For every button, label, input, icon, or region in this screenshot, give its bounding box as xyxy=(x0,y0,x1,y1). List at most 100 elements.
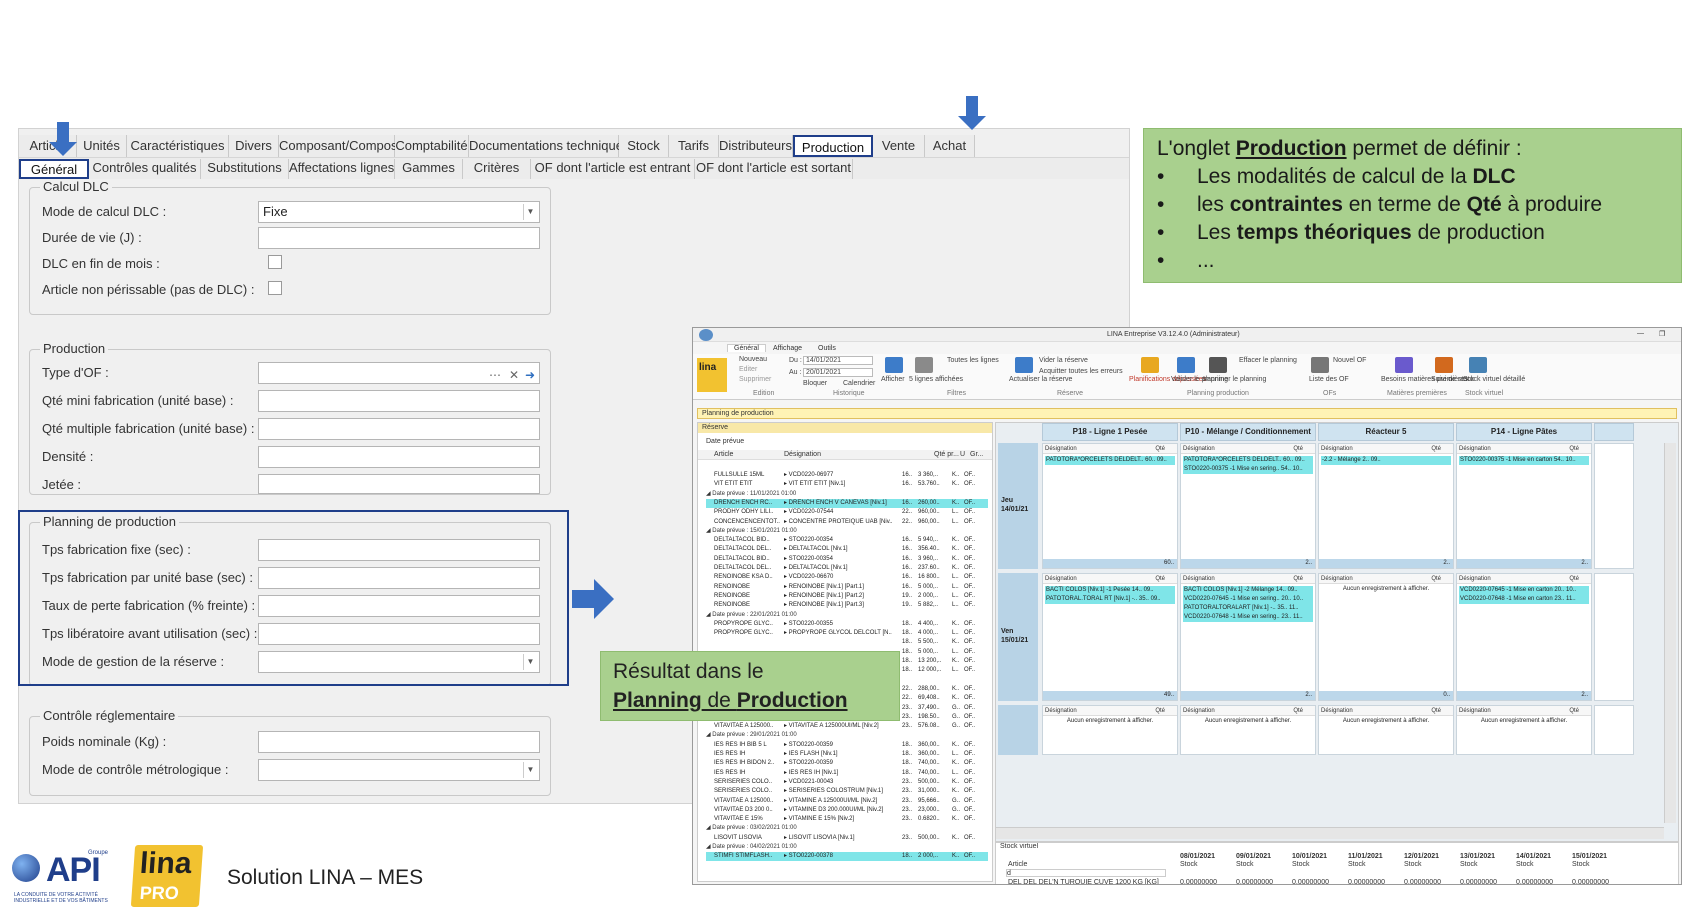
of-entry[interactable]: VCD0220-07648 -1 Mise en sering.. 23.. 1… xyxy=(1183,613,1313,622)
tab-vente[interactable]: Vente xyxy=(873,135,925,157)
table-row[interactable]: DELTALTACOL DEL.. ▸ DELTALTACOL [Niv.1] 16… xyxy=(706,564,988,573)
table-row[interactable]: CONCENCENCENTOT.. ▸ CONCENTRE PROTEIQUE U… xyxy=(706,518,988,527)
planning-cell[interactable]: Désignation Qté Aucun enregistrement à aff… xyxy=(1042,705,1178,755)
besoins-mp-icon[interactable] xyxy=(1395,357,1413,373)
line-column-header[interactable]: P14 - Ligne Pâtes xyxy=(1456,423,1592,441)
calendrier-button[interactable]: Calendrier xyxy=(843,380,875,387)
tab-tarifs[interactable]: Tarifs xyxy=(669,135,719,157)
stock-filter-input[interactable]: d xyxy=(1006,869,1166,877)
tab-production[interactable]: Production xyxy=(793,135,873,157)
table-row[interactable]: 18.. 5 500,.. K.. OF.. xyxy=(706,638,988,647)
mode-metrologique-select[interactable]: ▼ xyxy=(258,759,540,781)
tab-distributeurs[interactable]: Distributeurs xyxy=(719,135,793,157)
warning-icon[interactable] xyxy=(1141,357,1159,373)
mode-calcul-dlc-select[interactable]: Fixe ▼ xyxy=(258,201,540,223)
tab-comptabilit-[interactable]: Comptabilité xyxy=(395,135,469,157)
planning-cell[interactable] xyxy=(1594,573,1634,701)
ribbon-tab-general[interactable]: Général xyxy=(727,344,766,352)
table-row[interactable]: VITAVITAE A 125000.. ▸ VITAVITAE A 125000… xyxy=(706,722,988,731)
duree-vie-input[interactable] xyxy=(258,227,540,249)
print-icon[interactable] xyxy=(1209,357,1227,373)
restore-icon[interactable]: ❐ xyxy=(1659,330,1665,338)
of-entry[interactable]: BACTI COLOS [Niv.1] -2 Mélange 14.. 09.. xyxy=(1183,586,1313,595)
planning-cell[interactable]: Désignation Qté BACTI COLOS [Niv.1] -1 Pes… xyxy=(1042,573,1178,701)
date-group-row[interactable]: ◢ Date prévue : 11/01/2021 01:00 xyxy=(706,490,988,499)
date-group-row[interactable]: ◢ Date prévue : 04/02/2021 01:00 xyxy=(706,843,988,852)
au-date-input[interactable]: 20/01/2021 xyxy=(803,368,873,377)
gear-icon[interactable] xyxy=(1311,357,1329,373)
of-entry[interactable]: STO0220-00375 -1 Mise en carton 54.. 10.… xyxy=(1459,456,1589,465)
ribbon-tab-affichage[interactable]: Affichage xyxy=(773,345,802,352)
table-row[interactable]: IES RES IH BIDON 2.. ▸ STO0220-00359 18.. 7… xyxy=(706,759,988,768)
go-arrow-icon[interactable]: ➜ xyxy=(525,365,535,385)
table-row[interactable]: RENOINOBE ▸ RENOINOBE [Niv.1] [Part.1] 16.… xyxy=(706,583,988,592)
date-group-row[interactable]: ◢ Date prévue : 22/01/2021 01:00 xyxy=(706,611,988,620)
tab-caract-ristiques[interactable]: Caractéristiques xyxy=(127,135,229,157)
table-row[interactable]: VITAVITAE E 15% ▸ VITAMINE E 15% [Niv.2] 2… xyxy=(706,815,988,824)
filter-icon[interactable] xyxy=(915,357,933,373)
table-row[interactable]: IES RES IH BIB 5 L ▸ STO0220-00359 18.. 360… xyxy=(706,741,988,750)
subtab-of-dont-l-article-est-sortant[interactable]: OF dont l'article est sortant xyxy=(695,159,853,179)
horizontal-scrollbar[interactable] xyxy=(996,827,1664,839)
of-entry[interactable]: PATOTORA*ORCELETS DELDELT.. 60.. 09.. xyxy=(1183,456,1313,465)
table-row[interactable]: RENOINOBE KSA D.. ▸ VCD0220-06670 16.. 16 8… xyxy=(706,573,988,582)
planning-cell[interactable] xyxy=(1594,705,1634,755)
table-row[interactable]: DELTALTACOL BID.. ▸ STO0220-00354 16.. 3 96… xyxy=(706,555,988,564)
more-icon[interactable]: ⋯ xyxy=(489,365,501,385)
of-entry[interactable]: BACTI COLOS [Niv.1] -1 Pesée 14.. 09.. xyxy=(1045,586,1175,595)
subtab-of-dont-l-article-est-entrant[interactable]: OF dont l'article est entrant xyxy=(531,159,695,179)
subtab-substitutions[interactable]: Substitutions xyxy=(201,159,289,179)
nouvel-of-button[interactable]: Nouvel OF xyxy=(1333,357,1366,364)
poids-nominale-input[interactable] xyxy=(258,731,540,753)
planning-cell[interactable]: Désignation Qté Aucun enregistrement à aff… xyxy=(1456,705,1592,755)
line-column-header[interactable]: P18 - Ligne 1 Pesée xyxy=(1042,423,1178,441)
of-entry[interactable]: -2.2 - Mélange 2.. 09.. xyxy=(1321,456,1451,465)
dlc-fin-mois-checkbox[interactable] xyxy=(268,255,282,269)
table-row[interactable]: DELTALTACOL BID.. ▸ STO0220-00354 16.. 5 94… xyxy=(706,536,988,545)
save-icon[interactable] xyxy=(1177,357,1195,373)
qte-mini-input[interactable] xyxy=(258,390,540,412)
table-row[interactable]: IES RES IH ▸ IES FLASH [Niv.1] 18.. 360,00.… xyxy=(706,750,988,759)
tab-stock[interactable]: Stock xyxy=(619,135,669,157)
liste-of-button[interactable]: Liste des OF xyxy=(1309,376,1349,383)
line-column-header[interactable] xyxy=(1594,423,1634,441)
table-row[interactable]: SERISERIES COLO.. ▸ SERISERIES COLOSTRUM … xyxy=(706,787,988,796)
planning-cell[interactable]: Désignation Qté VCD0220-07645 -1 Mise en c… xyxy=(1456,573,1592,701)
table-row[interactable]: DRENCH ENCH RC.. ▸ DRENCH ENCH V CANEVAS … xyxy=(706,498,988,508)
jetee-input[interactable] xyxy=(258,474,540,494)
clear-icon[interactable]: ✕ xyxy=(509,365,519,385)
table-row[interactable]: VITAVITAE A 125000.. ▸ VITAMINE A 125000U… xyxy=(706,797,988,806)
toutes-lignes-button[interactable]: Toutes les lignes xyxy=(947,357,999,364)
effacer-planning-button[interactable]: Effacer le planning xyxy=(1239,357,1297,364)
table-row[interactable]: VITAVITAE D3 200 0.. ▸ VITAMINE D3 200.00… xyxy=(706,806,988,815)
of-entry[interactable]: VCD0220-07645 -1 Mise en carton 20.. 10.… xyxy=(1459,586,1589,595)
planning-cell[interactable]: Désignation Qté -2.2 - Mélange 2.. 09.. 2.. xyxy=(1318,443,1454,569)
ribbon-tab-outils[interactable]: Outils xyxy=(818,345,836,352)
planning-cell[interactable]: Désignation Qté PATOTORA*ORCELETS DELDELT.… xyxy=(1042,443,1178,569)
tab-unit-s[interactable]: Unités xyxy=(77,135,127,157)
qte-multiple-input[interactable] xyxy=(258,418,540,440)
line-column-header[interactable]: P10 - Mélange / Conditionnement xyxy=(1180,423,1316,441)
afficher-button[interactable]: Afficher xyxy=(881,376,905,383)
of-entry[interactable]: VCD0220-07648 -1 Mise en carton 23.. 11.… xyxy=(1459,595,1589,604)
table-row[interactable]: SERISERIES COLO.. ▸ VCD0221-00043 23.. 500,… xyxy=(706,778,988,787)
type-of-input[interactable]: ⋯ ✕ ➜ xyxy=(258,362,540,384)
minimize-icon[interactable]: — xyxy=(1637,330,1644,337)
table-row[interactable]: RENOINOBE ▸ RENOINOBE [Niv.1] [Part.3] 19.… xyxy=(706,601,988,610)
date-group-row[interactable]: ◢ Date prévue : 15/01/2021 01:00 xyxy=(706,527,988,536)
densite-input[interactable] xyxy=(258,446,540,468)
actualiser-reserve-icon[interactable] xyxy=(1015,357,1033,373)
planning-cell[interactable]: Désignation Qté STO0220-00375 -1 Mise en c… xyxy=(1456,443,1592,569)
non-perissable-checkbox[interactable] xyxy=(268,281,282,295)
editer-button[interactable]: Editer xyxy=(739,366,757,373)
bloquer-button[interactable]: Bloquer xyxy=(803,380,827,387)
table-row[interactable]: STIMFI STIMFLASH.. ▸ STO0220-00378 18.. 2 0… xyxy=(706,852,988,862)
tab-divers[interactable]: Divers xyxy=(229,135,279,157)
acquitter-erreurs-button[interactable]: Acquitter toutes les erreurs xyxy=(1039,368,1123,375)
actualiser-reserve-button[interactable]: Actualiser la réserve xyxy=(1009,376,1072,383)
table-row[interactable]: PROPYROPE GLYC.. ▸ STO0220-00355 18.. 4 400… xyxy=(706,620,988,629)
lignes-affichees-button[interactable]: 5 lignes affichées xyxy=(909,376,963,383)
of-entry[interactable]: STO0220-00375 -1 Mise en sering.. 54.. 1… xyxy=(1183,465,1313,474)
date-group-row[interactable]: ◢ Date prévue : 29/01/2021 01:00 xyxy=(706,731,988,740)
table-row[interactable]: DELTALTACOL DEL.. ▸ DELTALTACOL [Niv.1] 16… xyxy=(706,545,988,554)
